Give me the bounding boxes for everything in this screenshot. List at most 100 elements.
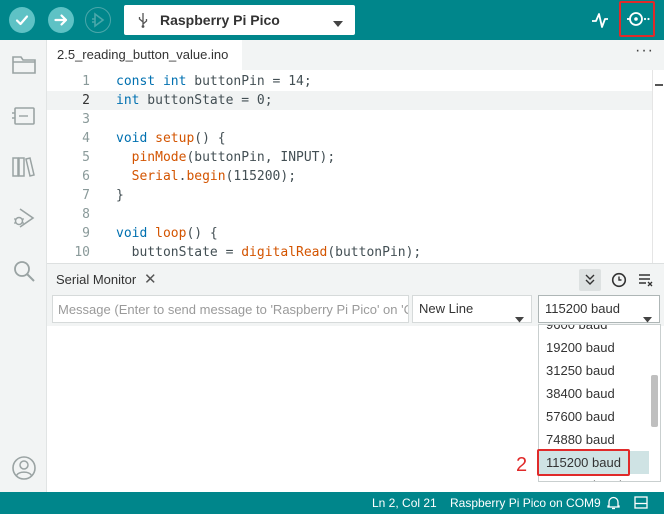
code-token: (buttonPin, INPUT);: [186, 150, 336, 165]
tab-sketch-file[interactable]: 2.5_reading_button_value.ino: [47, 40, 242, 70]
baud-option[interactable]: 31250 baud: [539, 359, 649, 382]
line-number: 9: [82, 226, 90, 241]
code-line[interactable]: 8: [47, 205, 652, 224]
account-button[interactable]: [11, 455, 37, 481]
code-text: const int buttonPin = 14;: [116, 72, 312, 91]
usb-icon: [136, 12, 150, 28]
editor-scrollbar[interactable]: [652, 70, 664, 263]
code-token: () {: [186, 226, 218, 241]
code-line[interactable]: 10 buttonState = digitalRead(buttonPin);: [47, 243, 652, 262]
debug-sidebar-button[interactable]: [11, 205, 37, 231]
code-text: void setup() {: [116, 129, 226, 148]
line-number: 10: [74, 245, 90, 260]
function-token: loop: [155, 226, 187, 241]
close-icon[interactable]: ✕: [144, 270, 157, 288]
keyword-token: void: [116, 226, 148, 241]
sidebar: [0, 40, 47, 492]
line-number: 7: [82, 188, 90, 203]
board-port-status[interactable]: Raspberry Pi Pico on COM9: [450, 496, 601, 510]
code-line[interactable]: 2 int buttonState = 0;: [47, 91, 652, 110]
code-token: (buttonPin);: [327, 245, 422, 260]
clock-icon: [611, 272, 627, 288]
baud-option[interactable]: 19200 baud: [539, 336, 649, 359]
serial-monitor-tab[interactable]: Serial Monitor: [56, 272, 136, 287]
line-number: 4: [82, 131, 90, 146]
function-token: digitalRead: [241, 245, 328, 260]
code-line[interactable]: 9 void loop() {: [47, 224, 652, 243]
line-number: 3: [82, 112, 90, 127]
serial-monitor-controls: New Line 115200 baud: [47, 294, 664, 326]
code-token: buttonState = 0;: [139, 93, 273, 108]
code-token: buttonState =: [116, 245, 242, 260]
cursor-position: Ln 2, Col 21: [372, 496, 437, 510]
code-editor[interactable]: 1 const int buttonPin = 14; 2 int buttonSta…: [47, 70, 664, 263]
code-text: }: [116, 186, 124, 205]
board-manager-icon: [12, 107, 35, 125]
timestamp-toggle[interactable]: [608, 269, 630, 291]
code-line[interactable]: 6 Serial.begin(115200);: [47, 167, 652, 186]
baud-option[interactable]: 57600 baud: [539, 405, 649, 428]
line-number: 8: [82, 207, 90, 222]
folder-icon: [12, 56, 36, 74]
highlight-box-baud: [537, 449, 630, 476]
editor-tab-bar: 2.5_reading_button_value.ino ···: [47, 40, 664, 70]
line-number: 1: [82, 74, 90, 89]
sketchbook-button[interactable]: [11, 51, 37, 77]
board-name: Raspberry Pi Pico: [160, 12, 280, 28]
message-input[interactable]: [52, 295, 409, 323]
serial-plotter-button[interactable]: [590, 10, 610, 33]
code-token: buttonPin = 14;: [186, 74, 312, 89]
code-text: Serial.begin(115200);: [116, 167, 296, 186]
bell-icon[interactable]: [607, 495, 620, 513]
code-text: int buttonState = 0;: [116, 91, 273, 110]
autoscroll-icon: [585, 274, 595, 285]
search-sidebar-button[interactable]: [11, 258, 37, 284]
keyword-token: int: [116, 93, 140, 108]
upload-button[interactable]: [48, 7, 74, 33]
baud-option[interactable]: 74880 baud: [539, 428, 649, 451]
debug-icon: [14, 208, 35, 228]
upload-arrow-icon: [54, 14, 68, 26]
serial-monitor-header: Serial Monitor ✕: [47, 263, 664, 294]
baud-option[interactable]: 9600 baud: [539, 325, 649, 336]
library-manager-button[interactable]: [11, 154, 37, 180]
boards-manager-button[interactable]: [11, 103, 37, 129]
code-token: (115200);: [225, 169, 297, 184]
code-line[interactable]: 7}: [47, 186, 652, 205]
verify-check-icon: [15, 15, 29, 26]
line-ending-select[interactable]: New Line: [412, 295, 532, 323]
keyword-token: void: [116, 131, 148, 146]
autoscroll-toggle[interactable]: [579, 269, 601, 291]
library-icon: [12, 157, 35, 177]
code-line[interactable]: 5 pinMode(buttonPin, INPUT);: [47, 148, 652, 167]
toolbar: Raspberry Pi Pico: [0, 0, 664, 40]
baud-rate-value: 115200 baud: [545, 301, 620, 316]
function-token: pinMode: [131, 150, 187, 165]
code-line[interactable]: 4 void setup() {: [47, 129, 652, 148]
function-token: Serial: [131, 169, 179, 184]
dropdown-scrollbar[interactable]: [651, 375, 658, 427]
code-text: pinMode(buttonPin, INPUT);: [116, 148, 336, 167]
baud-option[interactable]: 38400 baud: [539, 382, 649, 405]
function-token: begin: [186, 169, 226, 184]
toggle-panel-icon[interactable]: [634, 496, 648, 512]
board-selector[interactable]: Raspberry Pi Pico: [124, 5, 355, 35]
clear-output-button[interactable]: [635, 269, 657, 291]
code-token: }: [116, 188, 124, 203]
code-text: void loop() {: [116, 224, 218, 243]
line-number: 6: [82, 169, 90, 184]
code-line[interactable]: 1 const int buttonPin = 14;: [47, 72, 652, 91]
code-line[interactable]: 3: [47, 110, 652, 129]
debug-button[interactable]: [85, 7, 111, 33]
more-options-icon[interactable]: ···: [635, 42, 654, 60]
search-icon: [14, 261, 35, 282]
status-bar: Ln 2, Col 21 Raspberry Pi Pico on COM9: [0, 492, 664, 514]
verify-button[interactable]: [9, 7, 35, 33]
debug-icon: [92, 12, 105, 28]
annotation-label-2: 2: [516, 454, 528, 476]
baud-rate-select[interactable]: 115200 baud: [538, 295, 660, 323]
account-icon: [12, 456, 36, 480]
